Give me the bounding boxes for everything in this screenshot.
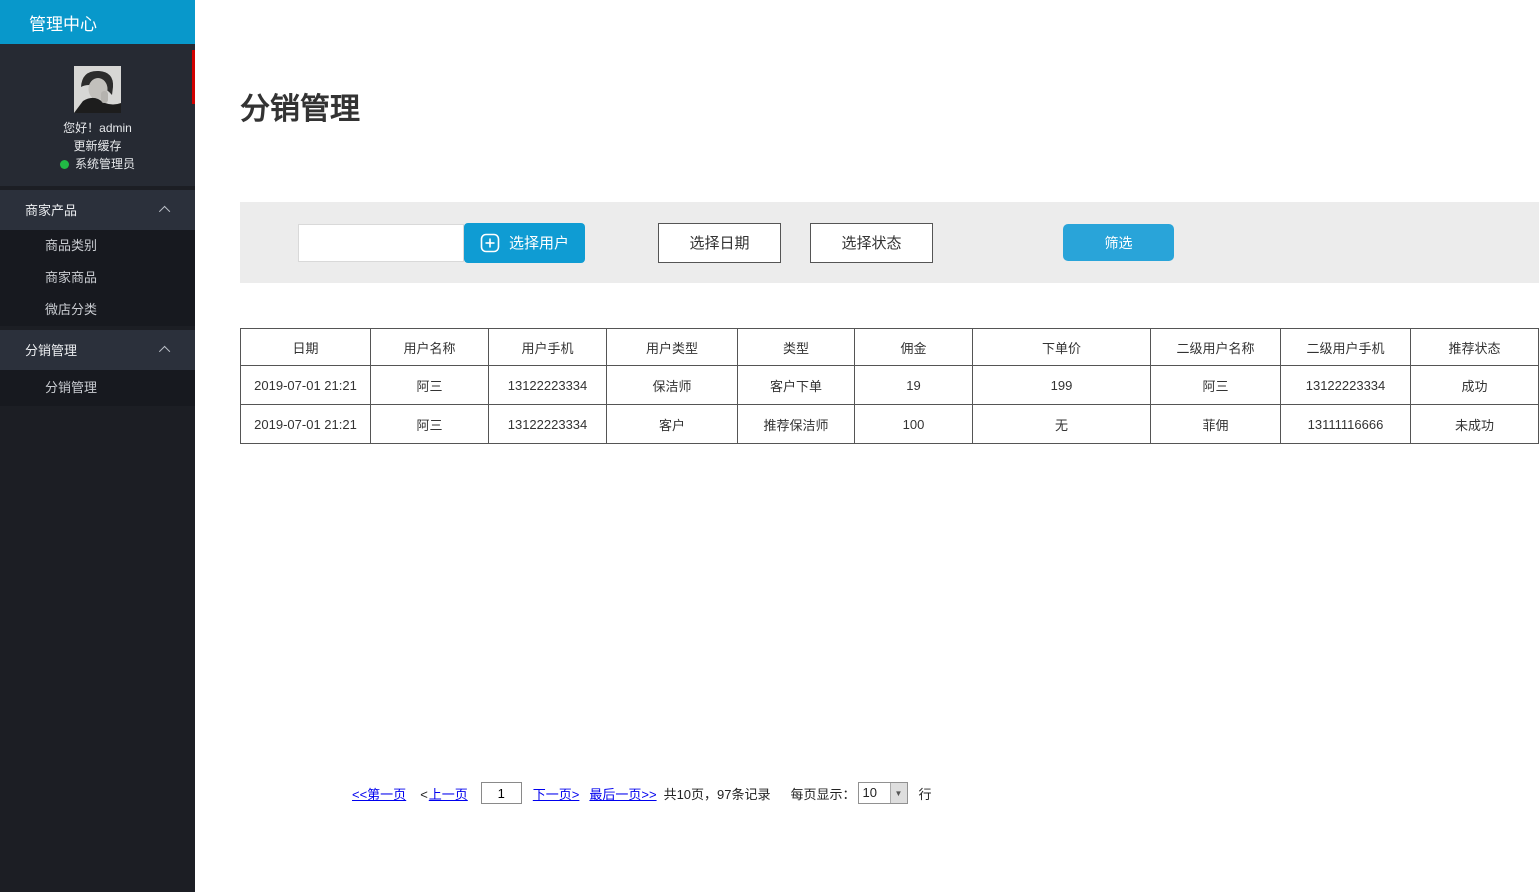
table-cell: 13122223334	[489, 405, 607, 444]
col-header: 用户名称	[371, 329, 489, 366]
table-cell: 保洁师	[607, 366, 738, 405]
per-page-select[interactable]: 10 ▼	[858, 782, 908, 804]
prev-arrow: <	[420, 787, 428, 802]
prev-page-link[interactable]: 上一页	[429, 787, 468, 802]
table-cell: 阿三	[1151, 366, 1281, 405]
sidebar-item-distribution[interactable]: 分销管理	[0, 330, 195, 370]
table-cell: 推荐保洁师	[738, 405, 855, 444]
filter-bar: 选择用户 选择日期 选择状态 筛选	[240, 202, 1539, 283]
table-cell: 19	[855, 366, 973, 405]
menu-label: 分销管理	[25, 340, 77, 359]
app-title: 管理中心	[29, 10, 97, 35]
sidebar-menu: 商家产品 商品类别 商家商品 微店分类 分销管理 分销管理	[0, 190, 195, 406]
col-header: 二级用户名称	[1151, 329, 1281, 366]
first-page-link[interactable]: <<第一页	[352, 784, 406, 803]
col-header: 用户类型	[607, 329, 738, 366]
select-user-label: 选择用户	[509, 232, 569, 253]
table-cell: 未成功	[1411, 405, 1539, 444]
col-header: 二级用户手机	[1281, 329, 1411, 366]
col-header: 下单价	[973, 329, 1151, 366]
select-date-button[interactable]: 选择日期	[658, 223, 781, 263]
table-cell: 客户	[607, 405, 738, 444]
per-page-label: 每页显示：	[791, 784, 856, 803]
pagination-summary: 共10页，97条记录	[664, 784, 771, 803]
sidebar-item-product-category[interactable]: 商品类别	[0, 230, 195, 262]
filter-button[interactable]: 筛选	[1063, 224, 1174, 261]
submenu-merchant-products: 商品类别 商家商品 微店分类	[0, 230, 195, 326]
table-cell: 客户下单	[738, 366, 855, 405]
distribution-table: 日期 用户名称 用户手机 用户类型 类型 佣金 下单价 二级用户名称 二级用户手…	[240, 328, 1539, 444]
plus-icon	[480, 233, 500, 253]
main-content: 分销管理 选择用户 选择日期 选择状态 筛选 日期 用户名称 用户手机	[195, 0, 1539, 892]
user-panel: 您好！admin 更新缓存 系统管理员	[0, 44, 195, 186]
dropdown-arrow-icon[interactable]: ▼	[890, 783, 907, 803]
select-user-button[interactable]: 选择用户	[464, 223, 585, 263]
last-page-link[interactable]: 最后一页>>	[589, 784, 656, 803]
table-cell: 13122223334	[489, 366, 607, 405]
update-cache-link[interactable]: 更新缓存	[0, 138, 195, 154]
col-header: 佣金	[855, 329, 973, 366]
chevron-up-icon	[159, 345, 170, 356]
avatar	[74, 66, 121, 113]
chevron-up-icon	[159, 205, 170, 216]
rows-unit-label: 行	[919, 784, 932, 803]
col-header: 日期	[241, 329, 371, 366]
table-cell: 13111116666	[1281, 405, 1411, 444]
user-role-row: 系统管理员	[60, 156, 135, 172]
table-cell: 199	[973, 366, 1151, 405]
table-cell: 100	[855, 405, 973, 444]
table-cell: 成功	[1411, 366, 1539, 405]
table-cell: 13122223334	[1281, 366, 1411, 405]
col-header: 类型	[738, 329, 855, 366]
table-cell: 无	[973, 405, 1151, 444]
table-cell: 2019-07-01 21:21	[241, 366, 371, 405]
per-page-group: 每页显示： 10 ▼ 行	[791, 782, 932, 804]
submenu-distribution: 分销管理	[0, 370, 195, 406]
table-cell: 阿三	[371, 366, 489, 405]
page-title: 分销管理	[240, 84, 1539, 128]
sidebar: 管理中心 您好！admin 更新缓存 系统管理员 商家产品 商品类别 商家商品	[0, 0, 195, 892]
page-number-input[interactable]	[481, 782, 522, 804]
select-status-button[interactable]: 选择状态	[810, 223, 933, 263]
table-cell: 菲佣	[1151, 405, 1281, 444]
prev-page-wrap: <上一页	[420, 784, 468, 803]
app-title-bar: 管理中心	[0, 0, 195, 44]
sidebar-item-merchant-products[interactable]: 商家产品	[0, 190, 195, 230]
table-cell: 2019-07-01 21:21	[241, 405, 371, 444]
col-header: 推荐状态	[1411, 329, 1539, 366]
sidebar-item-merchant-goods[interactable]: 商家商品	[0, 262, 195, 294]
table-header-row: 日期 用户名称 用户手机 用户类型 类型 佣金 下单价 二级用户名称 二级用户手…	[241, 329, 1539, 366]
table-row: 2019-07-01 21:21 阿三 13122223334 保洁师 客户下单…	[241, 366, 1539, 405]
user-greeting: 您好！admin	[0, 120, 195, 136]
user-role: 系统管理员	[75, 156, 135, 172]
per-page-value: 10	[859, 783, 890, 803]
col-header: 用户手机	[489, 329, 607, 366]
user-photo	[74, 66, 121, 113]
sidebar-item-distribution-manage[interactable]: 分销管理	[0, 370, 195, 406]
table-cell: 阿三	[371, 405, 489, 444]
next-page-link[interactable]: 下一页>	[533, 784, 580, 803]
online-status-dot	[60, 160, 69, 169]
table-row: 2019-07-01 21:21 阿三 13122223334 客户 推荐保洁师…	[241, 405, 1539, 444]
pagination: <<第一页 <上一页 下一页> 最后一页>> 共10页，97条记录 每页显示： …	[352, 782, 1539, 804]
user-search-input[interactable]	[298, 224, 464, 262]
menu-label: 商家产品	[25, 200, 77, 219]
sidebar-item-microstore-category[interactable]: 微店分类	[0, 294, 195, 326]
